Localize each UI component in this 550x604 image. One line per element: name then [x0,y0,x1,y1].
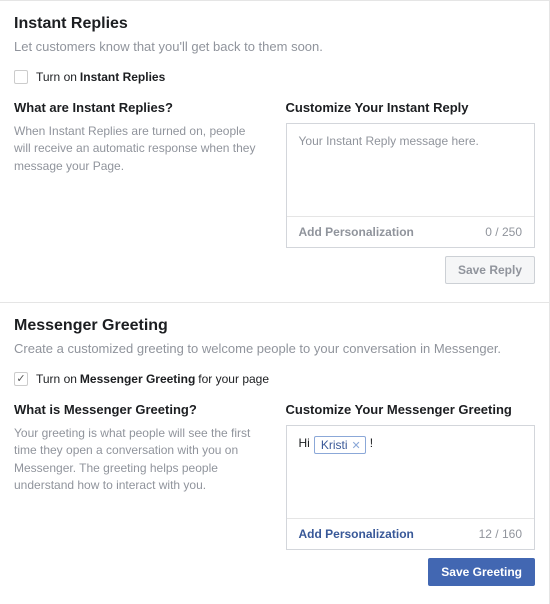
save-greeting-button[interactable]: Save Greeting [428,558,535,586]
instant-title: Instant Replies [14,15,535,33]
instant-columns: What are Instant Replies? When Instant R… [14,100,535,284]
greeting-desc: Create a customized greeting to welcome … [14,341,535,356]
greeting-pre-text: Hi [299,436,310,450]
instant-footer-bar: Add Personalization 0 / 250 [287,216,535,247]
instant-checkbox[interactable] [14,70,28,84]
greeting-save-row: Save Greeting [286,558,536,586]
greeting-checkbox-prefix: Turn on [36,372,77,386]
section-messenger-greeting: Messenger Greeting Create a customized g… [0,302,549,604]
instant-right-col: Customize Your Instant Reply Your Instan… [286,100,536,284]
instant-reply-input[interactable]: Your Instant Reply message here. [287,124,535,216]
instant-desc: Let customers know that you'll get back … [14,39,535,54]
save-reply-button[interactable]: Save Reply [445,256,535,284]
greeting-tag-remove-icon[interactable]: ✕ [352,439,361,452]
greeting-right-heading: Customize Your Messenger Greeting [286,402,536,417]
greeting-checkbox-suffix: for your page [198,372,269,386]
section-instant-replies: Instant Replies Let customers know that … [0,0,549,302]
instant-textarea-wrap: Your Instant Reply message here. Add Per… [286,123,536,248]
instant-left-help: When Instant Replies are turned on, peop… [14,123,264,175]
greeting-checkbox-bold: Messenger Greeting [80,372,195,386]
instant-checkbox-prefix: Turn on [36,70,77,84]
greeting-columns: What is Messenger Greeting? Your greetin… [14,402,535,586]
instant-save-row: Save Reply [286,256,536,284]
greeting-left-col: What is Messenger Greeting? Your greetin… [14,402,264,586]
greeting-footer-bar: Add Personalization 12 / 160 [287,518,535,549]
greeting-checkbox[interactable] [14,372,28,386]
instant-char-count: 0 / 250 [485,225,522,239]
greeting-char-count: 12 / 160 [479,527,522,541]
instant-right-heading: Customize Your Instant Reply [286,100,536,115]
instant-checkbox-bold: Instant Replies [80,70,165,84]
greeting-left-heading: What is Messenger Greeting? [14,402,264,417]
instant-left-col: What are Instant Replies? When Instant R… [14,100,264,284]
greeting-tag-label: Kristi [321,438,348,452]
greeting-post-text: ! [370,436,373,450]
greeting-input[interactable]: Hi Kristi ✕ ! [287,426,535,518]
instant-left-heading: What are Instant Replies? [14,100,264,115]
greeting-add-personalization[interactable]: Add Personalization [299,527,414,541]
greeting-left-help: Your greeting is what people will see th… [14,425,264,495]
greeting-title: Messenger Greeting [14,317,535,335]
instant-reply-placeholder: Your Instant Reply message here. [299,134,479,148]
greeting-personalization-tag[interactable]: Kristi ✕ [314,436,366,454]
instant-checkbox-row[interactable]: Turn on Instant Replies [14,70,535,84]
greeting-textarea-wrap: Hi Kristi ✕ ! Add Personalization 12 / 1… [286,425,536,550]
greeting-right-col: Customize Your Messenger Greeting Hi Kri… [286,402,536,586]
greeting-checkbox-row[interactable]: Turn on Messenger Greeting for your page [14,372,535,386]
instant-add-personalization: Add Personalization [299,225,414,239]
